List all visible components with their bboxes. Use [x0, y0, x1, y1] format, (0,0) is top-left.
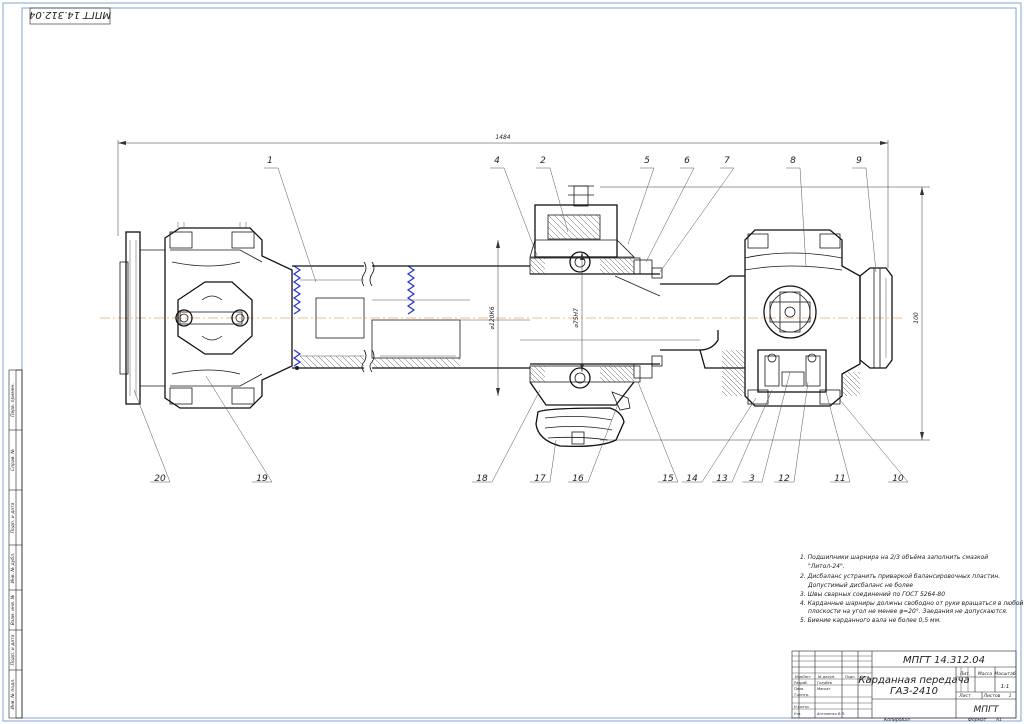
- tb-sheets: Листов: [983, 693, 1001, 699]
- note-line-2: "Литол-24".: [808, 563, 845, 570]
- stamp-top-left: МПГТ 14.312.04: [29, 7, 111, 25]
- tb-name-line1: Карданная передача: [858, 675, 969, 686]
- stamp-top-left-text: МПГТ 14.312.04: [29, 9, 111, 20]
- tb-col-mass: Масса: [978, 671, 993, 677]
- tb-row-3-role: Т.контр.: [794, 693, 809, 697]
- leader-lines: [133, 167, 909, 483]
- note-line-6: 4. Карданные шарниры должны свободно от …: [800, 600, 1024, 607]
- callouts-top: 1 4 2 5 6 7 8 9: [267, 156, 862, 166]
- tb-row-2-role: Пров.: [794, 687, 804, 691]
- callout-12: 12: [778, 474, 790, 484]
- tb-role-date: Дата: [859, 675, 869, 679]
- callout-13: 13: [716, 474, 728, 484]
- dim-overall-length-text: 1484: [495, 134, 510, 141]
- note-line-5: 3. Швы сварных соединений по ГОСТ 5264-8…: [800, 591, 945, 598]
- callout-6: 6: [684, 156, 690, 166]
- callout-9: 9: [856, 156, 862, 166]
- callout-14: 14: [686, 474, 698, 484]
- drawing-sheet: МПГТ 14.312.04 Перв. примен. Справ. № По…: [2, 2, 1024, 723]
- callout-8: 8: [790, 156, 796, 166]
- tb-name-line2: ГАЗ-2410: [890, 686, 938, 697]
- callout-19: 19: [256, 474, 268, 484]
- right-joint-hatch: [721, 349, 861, 397]
- note-line-7: плоскости на угол не менее φ=20°. Заедан…: [808, 608, 1008, 615]
- tb-format: Формат: [968, 717, 987, 723]
- tb-sheets-count: 1: [1009, 693, 1012, 699]
- callout-4: 4: [494, 156, 500, 166]
- tb-designation: МПГТ 14.312.04: [903, 655, 985, 666]
- strip-label-5: Взам. инв. №: [10, 594, 16, 625]
- tb-role-sign: Подп.: [845, 675, 856, 679]
- tb-col-lit: Лит.: [959, 671, 970, 677]
- tb-col-scale: Масштаб: [994, 671, 1016, 677]
- center-bearing-support: [529, 185, 663, 448]
- strip-label-1: Перв. примен.: [10, 383, 16, 417]
- technical-notes: 1. Подшипники шарнира на 2/3 объёма запо…: [800, 554, 1024, 624]
- callout-18: 18: [476, 474, 488, 484]
- tb-row-1-role: Разраб.: [794, 681, 808, 685]
- note-line-1: 1. Подшипники шарнира на 2/3 объёма запо…: [800, 554, 988, 561]
- callout-10: 10: [892, 474, 904, 484]
- dim-diam-outer-text: ⌀75Н7: [573, 308, 580, 328]
- note-line-3: 2. Дисбаланс устранить приваркой баланси…: [800, 573, 1000, 580]
- callout-17: 17: [534, 474, 546, 484]
- callouts-bottom: 20 19 18 17 16 15 14 13 3 12 11 10: [154, 474, 904, 484]
- tb-row-2-name: Маскат: [817, 687, 831, 691]
- tb-org: МПГТ: [973, 705, 1000, 715]
- tb-role-list: Лист: [801, 675, 812, 679]
- strip-label-6: Подп. и дата: [10, 634, 16, 665]
- callout-11: 11: [834, 474, 845, 484]
- strip-label-2: Справ. №: [10, 449, 16, 471]
- cardan-assembly-drawing: 1484 100 ⌀120К6 ⌀75Н7: [100, 134, 930, 483]
- tb-row-5-role: Утв.: [794, 712, 801, 716]
- tb-row-1-name: Голубев: [817, 681, 832, 685]
- tb-sheet: Лист: [958, 693, 971, 699]
- callout-15: 15: [662, 474, 674, 484]
- tb-role-doc: № докум.: [817, 675, 835, 679]
- second-shaft: [520, 275, 745, 369]
- left-binding-strip: Перв. примен. Справ. № Подп. и дата Инв.…: [8, 369, 23, 719]
- callout-1: 1: [267, 156, 273, 166]
- dim-height-text: 100: [913, 312, 920, 324]
- note-line-8: 5. Биение карданного вала не более 0,5 м…: [800, 617, 941, 624]
- strip-label-7: Инв. № подл.: [10, 678, 16, 709]
- dimension-height: 100: [600, 186, 930, 441]
- tb-row-4-role: Н.контр.: [794, 705, 810, 709]
- note-line-4: Допустимый дисбаланс не более: [807, 582, 913, 589]
- callout-7: 7: [724, 156, 730, 166]
- callout-20: 20: [154, 474, 166, 484]
- callout-5: 5: [644, 156, 650, 166]
- strip-label-3: Подп. и дата: [10, 502, 16, 533]
- callout-3: 3: [749, 474, 755, 484]
- tb-copied: Копировал: [884, 717, 910, 723]
- tb-row-5-name: Антоненко В.Л.: [816, 712, 845, 716]
- title-block: МПГТ 14.312.04 Карданная передача ГАЗ-24…: [791, 650, 1017, 723]
- left-yoke: [164, 222, 293, 409]
- strip-label-4: Инв. № дубл.: [10, 553, 16, 584]
- tb-scale-value: 1:1: [1001, 684, 1010, 690]
- tb-format-value: А1: [995, 717, 1002, 723]
- dim-diam-inner-text: ⌀120К6: [489, 306, 496, 329]
- callout-16: 16: [572, 474, 584, 484]
- callout-2: 2: [540, 156, 546, 166]
